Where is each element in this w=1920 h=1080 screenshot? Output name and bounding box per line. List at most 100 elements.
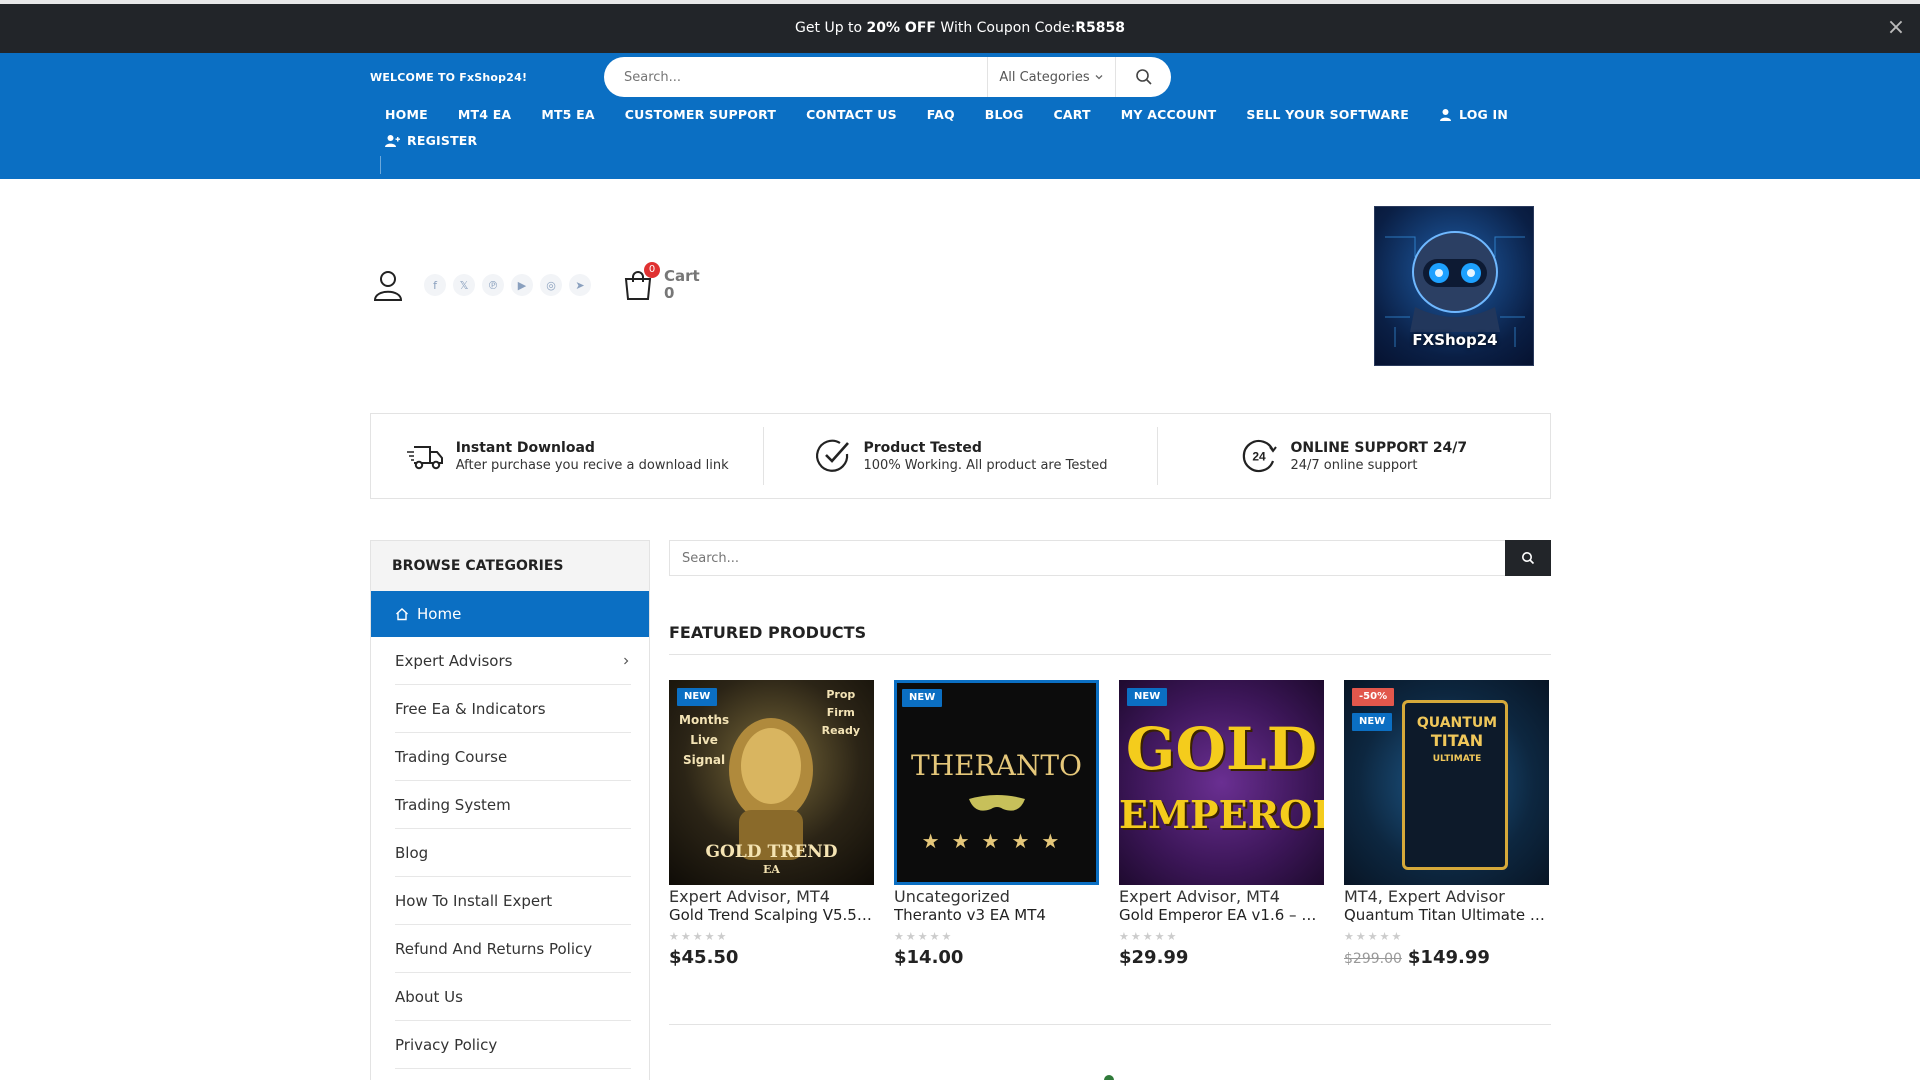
feature-product-tested: Product Tested 100% Working. All product…	[763, 427, 1156, 485]
header-cart[interactable]: 0 Cart 0	[622, 262, 700, 302]
price-value: $14.00	[894, 947, 964, 968]
product-name[interactable]: Quantum Titan Ultimate – EA	[1344, 906, 1549, 924]
product-category[interactable]: Uncategorized	[894, 887, 1099, 906]
site-logo[interactable]: FXShop24	[1374, 206, 1534, 366]
section-title: FEATURED PRODUCTS	[669, 623, 1551, 655]
feature-online-support: 24 ONLINE SUPPORT 24/7 24/7 online suppo…	[1156, 427, 1550, 485]
feature-subtitle: After purchase you recive a download lin…	[455, 457, 729, 473]
content-search	[669, 540, 1551, 576]
section-divider	[669, 1024, 1551, 1025]
product-category[interactable]: Expert Advisor, MT4	[669, 887, 874, 906]
product-category[interactable]: Expert Advisor, MT4	[1119, 887, 1324, 906]
old-price: $299.00	[1344, 951, 1402, 967]
category-select[interactable]: All Categories	[987, 57, 1115, 97]
sidebar-item-trading-course[interactable]: Trading Course	[395, 733, 631, 781]
product-image[interactable]: NEW Prop Firm Ready Months Live Signal GOLD …	[669, 680, 874, 885]
nav-register[interactable]: REGISTER	[370, 133, 492, 148]
sidebar-item-label: Blog	[395, 843, 429, 862]
product-card: NEW Prop Firm Ready Months Live Signal GOLD …	[669, 680, 874, 968]
account-icon[interactable]	[370, 267, 406, 303]
site-header: WELCOME TO FxShop24! All Categories HOME…	[0, 53, 1920, 179]
image-text-gold-emperor: GOLD EMPEROR	[1119, 715, 1324, 837]
sidebar-item-label: Trading Course	[395, 747, 508, 766]
feature-title: Product Tested	[863, 439, 982, 456]
nav-customer-support[interactable]: CUSTOMER SUPPORT	[610, 107, 791, 122]
home-icon	[396, 608, 408, 621]
telegram-icon[interactable]: ➤	[569, 274, 591, 296]
header-search: All Categories	[604, 57, 1171, 97]
nav-faq[interactable]: FAQ	[912, 107, 970, 122]
user-plus-icon	[385, 134, 400, 147]
sidebar-item-privacy-policy[interactable]: Privacy Policy	[395, 1021, 631, 1069]
star-rating-icon: ★★★★★	[1119, 930, 1179, 943]
youtube-icon[interactable]: ▶	[511, 274, 533, 296]
discount-label: -50%	[1352, 688, 1395, 706]
sidebar-item-free-ea[interactable]: Free Ea & Indicators	[395, 685, 631, 733]
product-grid: NEW Prop Firm Ready Months Live Signal GOLD …	[669, 680, 1551, 968]
sidebar-item-label: About Us	[395, 987, 463, 1006]
product-image[interactable]: QUANTUM TITAN ULTIMATE -50% NEW	[1344, 680, 1549, 885]
product-card: NEW GOLD EMPEROR Expert Advisor, MT4 Gol…	[1119, 680, 1324, 968]
product-name[interactable]: Gold Trend Scalping V5.5 EA	[669, 906, 874, 924]
product-image[interactable]: NEW GOLD EMPEROR	[1119, 680, 1324, 885]
category-select-value: All Categories	[999, 69, 1090, 85]
nav-cart[interactable]: CART	[1039, 107, 1106, 122]
sidebar-item-how-to-install[interactable]: How To Install Expert	[395, 877, 631, 925]
sidebar-item-expert-advisors[interactable]: Expert Advisors	[395, 637, 631, 685]
star-rating-icon: ★★★★★	[669, 930, 729, 943]
product-image[interactable]: NEW THERANTO ★★★★★	[894, 680, 1099, 885]
sidebar-item-refund-policy[interactable]: Refund And Returns Policy	[395, 925, 631, 973]
product-name[interactable]: Theranto v3 EA MT4	[894, 906, 1099, 924]
image-text-quantum-titan: QUANTUM TITAN ULTIMATE	[1416, 715, 1498, 764]
product-label: NEW	[1352, 713, 1393, 731]
sidebar-item-about-us[interactable]: About Us	[395, 973, 631, 1021]
svg-text:24: 24	[1253, 450, 1267, 464]
nav-home[interactable]: HOME	[370, 107, 443, 122]
sidebar-item-home[interactable]: Home	[371, 591, 649, 637]
feature-instant-download: Instant Download After purchase you reci…	[371, 427, 763, 485]
feature-title: Instant Download	[455, 439, 595, 456]
sidebar-title: BROWSE CATEGORIES	[371, 541, 649, 591]
product-category[interactable]: MT4, Expert Advisor	[1344, 887, 1549, 906]
support-24-icon: 24	[1243, 439, 1278, 473]
sidebar-item-label: Privacy Policy	[395, 1035, 498, 1054]
nav-mt4-ea[interactable]: MT4 EA	[443, 107, 526, 122]
product-price: $29.99	[1119, 947, 1324, 968]
nav-contact-us[interactable]: CONTACT US	[791, 107, 912, 122]
logo-text: FXShop24	[1412, 331, 1498, 349]
nav-sell-your-software[interactable]: SELL YOUR SOFTWARE	[1231, 107, 1424, 122]
star-rating-icon: ★★★★★	[1344, 930, 1404, 943]
header-search-input[interactable]	[604, 57, 987, 97]
facebook-icon[interactable]: f	[424, 274, 446, 296]
sidebar-item-blog[interactable]: Blog	[395, 829, 631, 877]
feature-subtitle: 24/7 online support	[1290, 457, 1418, 473]
sidebar-item-trading-system[interactable]: Trading System	[395, 781, 631, 829]
sidebar-item-label: Free Ea & Indicators	[395, 699, 546, 718]
cart-badge: 0	[644, 262, 660, 278]
loader-icon	[1104, 1075, 1114, 1080]
header-search-button[interactable]	[1115, 57, 1171, 97]
promo-text: Get Up to 20% OFF With Coupon Code:R5858	[795, 20, 1125, 36]
instagram-icon[interactable]: ◎	[540, 274, 562, 296]
image-text-prop-firm: Prop Firm Ready	[821, 688, 860, 737]
nav-mt5-ea[interactable]: MT5 EA	[526, 107, 609, 122]
content-search-input[interactable]	[669, 540, 1505, 576]
x-icon[interactable]: 𝕏	[453, 274, 475, 296]
product-card: QUANTUM TITAN ULTIMATE -50% NEW MT4, Exp…	[1344, 680, 1549, 968]
price-value: $29.99	[1119, 947, 1189, 968]
star-rating-icon: ★★★★★	[894, 930, 954, 943]
nav-my-account[interactable]: MY ACCOUNT	[1106, 107, 1232, 122]
close-icon[interactable]: ×	[1884, 16, 1908, 40]
product-label: NEW	[902, 689, 943, 707]
chevron-down-icon	[1095, 75, 1103, 80]
image-text-live-signal: Months Live Signal	[679, 713, 730, 767]
header-tools: f 𝕏 ℗ ▶ ◎ ➤ 0 Cart 0	[370, 262, 700, 305]
pinterest-icon[interactable]: ℗	[482, 274, 504, 296]
price-value: $45.50	[669, 947, 739, 968]
cart-label: Cart	[664, 267, 700, 285]
cart-info: Cart 0	[664, 268, 700, 302]
content-search-button[interactable]	[1505, 540, 1551, 576]
product-name[interactable]: Gold Emperor EA v1.6 – XAUUSD	[1119, 906, 1324, 924]
nav-blog[interactable]: BLOG	[970, 107, 1039, 122]
nav-login[interactable]: LOG IN	[1424, 107, 1523, 122]
